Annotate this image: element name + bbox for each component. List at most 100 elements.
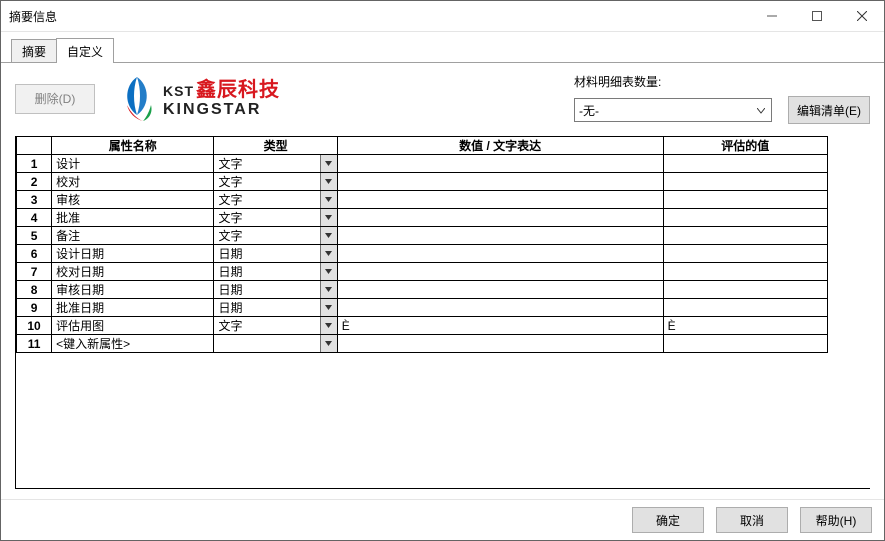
cell-eval[interactable] (663, 191, 827, 209)
chevron-down-icon (320, 173, 337, 190)
cell-expr[interactable] (337, 191, 663, 209)
cell-name[interactable]: 校对日期 (52, 263, 214, 281)
chevron-down-icon (320, 317, 337, 334)
table-row[interactable]: 10评估用图文字ÈÈ (17, 317, 828, 335)
table-row[interactable]: 3审核文字 (17, 191, 828, 209)
edit-list-button[interactable]: 编辑清单(E) (788, 96, 870, 124)
row-number: 3 (17, 191, 52, 209)
cell-eval[interactable] (663, 281, 827, 299)
bom-label: 材料明细表数量: (574, 73, 870, 90)
row-number: 2 (17, 173, 52, 191)
cell-eval[interactable] (663, 299, 827, 317)
cell-name-new[interactable]: <键入新属性> (52, 335, 214, 353)
cell-eval[interactable] (663, 263, 827, 281)
table-row[interactable]: 8审核日期日期 (17, 281, 828, 299)
cell-expr[interactable] (337, 299, 663, 317)
cell-name[interactable]: 备注 (52, 227, 214, 245)
logo: KST 鑫辰科技 KINGSTAR (115, 75, 280, 123)
cell-expr[interactable] (337, 209, 663, 227)
cell-type[interactable]: 文字 (214, 317, 337, 335)
tab-summary[interactable]: 摘要 (11, 39, 57, 62)
row-number: 8 (17, 281, 52, 299)
cell-type[interactable] (214, 335, 337, 353)
cell-type[interactable]: 文字 (214, 173, 337, 191)
cell-name[interactable]: 批准日期 (52, 299, 214, 317)
cell-expr[interactable] (337, 155, 663, 173)
grid-container: 属性名称 类型 数值 / 文字表达 评估的值 1设计文字2校对文字3审核文字4批… (15, 136, 870, 489)
cell-type[interactable]: 日期 (214, 281, 337, 299)
cell-name[interactable]: 批准 (52, 209, 214, 227)
cell-name[interactable]: 审核 (52, 191, 214, 209)
cell-expr[interactable] (337, 263, 663, 281)
ok-button[interactable]: 确定 (632, 507, 704, 533)
cell-expr[interactable] (337, 227, 663, 245)
cell-name[interactable]: 设计 (52, 155, 214, 173)
cell-expr[interactable] (337, 335, 663, 353)
grid-header-row: 属性名称 类型 数值 / 文字表达 评估的值 (17, 137, 828, 155)
row-number: 10 (17, 317, 52, 335)
chevron-down-icon (320, 191, 337, 208)
cell-expr[interactable]: È (337, 317, 663, 335)
cell-eval[interactable] (663, 155, 827, 173)
cell-eval[interactable] (663, 173, 827, 191)
table-row-new[interactable]: 11<键入新属性> (17, 335, 828, 353)
chevron-down-icon (320, 281, 337, 298)
dialog-footer: 确定 取消 帮助(H) (1, 499, 884, 540)
table-row[interactable]: 6设计日期日期 (17, 245, 828, 263)
cell-type[interactable]: 文字 (214, 209, 337, 227)
col-header-name[interactable]: 属性名称 (52, 137, 214, 155)
cell-type[interactable]: 文字 (214, 227, 337, 245)
chevron-down-icon (320, 155, 337, 172)
bom-combo[interactable]: -无- (574, 98, 772, 122)
row-number: 11 (17, 335, 52, 353)
cell-eval[interactable]: È (663, 317, 827, 335)
table-row[interactable]: 1设计文字 (17, 155, 828, 173)
minimize-button[interactable] (749, 1, 794, 31)
help-button[interactable]: 帮助(H) (800, 507, 872, 533)
close-icon (857, 11, 867, 21)
table-row[interactable]: 2校对文字 (17, 173, 828, 191)
cell-type[interactable]: 日期 (214, 263, 337, 281)
tab-custom[interactable]: 自定义 (56, 38, 114, 63)
logo-cn: 鑫辰科技 (196, 79, 280, 101)
cell-eval[interactable] (663, 227, 827, 245)
close-button[interactable] (839, 1, 884, 31)
cell-name[interactable]: 设计日期 (52, 245, 214, 263)
row-number: 9 (17, 299, 52, 317)
cell-expr[interactable] (337, 245, 663, 263)
table-row[interactable]: 7校对日期日期 (17, 263, 828, 281)
cancel-button[interactable]: 取消 (716, 507, 788, 533)
window: 摘要信息 摘要 自定义 删除(D) (0, 0, 885, 541)
table-row[interactable]: 4批准文字 (17, 209, 828, 227)
chevron-down-icon (320, 263, 337, 280)
minimize-icon (767, 11, 777, 21)
chevron-down-icon (320, 227, 337, 244)
cell-name[interactable]: 评估用图 (52, 317, 214, 335)
row-number: 1 (17, 155, 52, 173)
window-controls (749, 1, 884, 31)
table-row[interactable]: 9批准日期日期 (17, 299, 828, 317)
maximize-button[interactable] (794, 1, 839, 31)
cell-eval[interactable] (663, 209, 827, 227)
col-header-type[interactable]: 类型 (214, 137, 337, 155)
cell-name[interactable]: 校对 (52, 173, 214, 191)
grid-corner (17, 137, 52, 155)
row-number: 4 (17, 209, 52, 227)
col-header-expr[interactable]: 数值 / 文字表达 (337, 137, 663, 155)
cell-type[interactable]: 日期 (214, 245, 337, 263)
row-number: 5 (17, 227, 52, 245)
cell-name[interactable]: 审核日期 (52, 281, 214, 299)
properties-grid[interactable]: 属性名称 类型 数值 / 文字表达 评估的值 1设计文字2校对文字3审核文字4批… (16, 136, 828, 353)
cell-eval[interactable] (663, 335, 827, 353)
toolbar-row: 删除(D) KST 鑫辰科技 KINGSTAR 材 (15, 73, 870, 124)
cell-type[interactable]: 日期 (214, 299, 337, 317)
col-header-eval[interactable]: 评估的值 (663, 137, 827, 155)
delete-button[interactable]: 删除(D) (15, 84, 95, 114)
titlebar: 摘要信息 (1, 1, 884, 32)
cell-type[interactable]: 文字 (214, 191, 337, 209)
cell-expr[interactable] (337, 281, 663, 299)
cell-type[interactable]: 文字 (214, 155, 337, 173)
cell-eval[interactable] (663, 245, 827, 263)
table-row[interactable]: 5备注文字 (17, 227, 828, 245)
cell-expr[interactable] (337, 173, 663, 191)
